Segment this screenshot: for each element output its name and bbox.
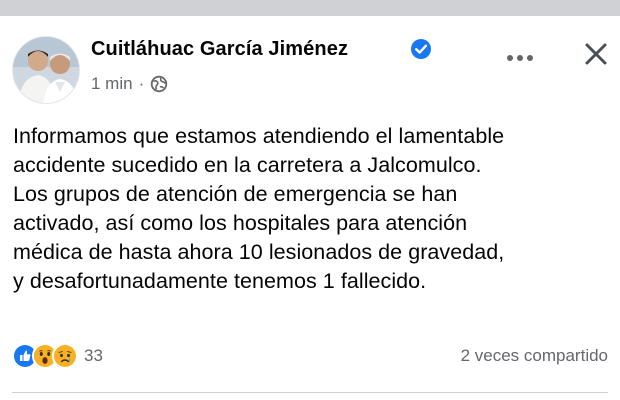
feed-background-strip [0,0,620,16]
post-body-text: Informamos que estamos atendiendo el lam… [13,124,505,293]
footer-divider [12,392,608,393]
reactions-summary[interactable]: 33 [12,342,103,370]
post-timestamp[interactable]: 1 min [91,74,133,94]
globe-icon[interactable] [150,75,168,93]
meta-separator: · [138,74,145,93]
close-button[interactable] [580,40,612,72]
shares-count[interactable]: 2 veces compartido [461,346,608,366]
facebook-post: Cuitláhuac García Jiménez 1 min · Inform… [0,16,620,400]
post-footer: 33 2 veces compartido [0,340,620,380]
post-header: Cuitláhuac García Jiménez 1 min · [0,16,620,106]
avatar[interactable] [12,36,80,104]
reaction-count[interactable]: 33 [84,346,103,366]
sad-reaction-icon [52,343,78,369]
more-horizontal-icon [506,49,534,67]
verified-badge-icon [410,38,432,60]
author-name[interactable]: Cuitláhuac García Jiménez [91,38,348,61]
more-options-button[interactable] [502,46,538,70]
close-icon [584,42,608,71]
post-meta: 1 min · [91,74,168,94]
